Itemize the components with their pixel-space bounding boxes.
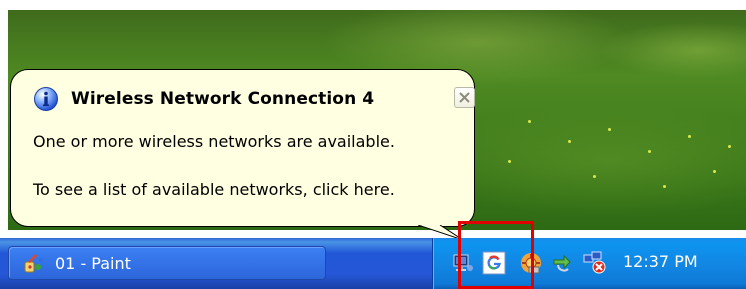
balloon-action-link[interactable]: To see a list of available networks, cli… bbox=[33, 180, 395, 199]
info-icon bbox=[34, 87, 58, 111]
paint-icon bbox=[24, 254, 44, 273]
taskbar-button-label: 01 - Paint bbox=[55, 253, 131, 273]
google-icon[interactable] bbox=[482, 251, 506, 275]
balloon-title: Wireless Network Connection 4 bbox=[71, 89, 375, 109]
close-button[interactable] bbox=[454, 87, 475, 108]
close-icon bbox=[459, 92, 470, 103]
balloon-title-row: Wireless Network Connection 4 bbox=[33, 86, 374, 112]
network-error-icon[interactable] bbox=[583, 251, 607, 275]
sync-icon[interactable] bbox=[550, 251, 574, 275]
security-icon[interactable] bbox=[519, 251, 543, 275]
clock[interactable]: 12:37 PM bbox=[623, 252, 698, 271]
notification-balloon[interactable]: Wireless Network Connection 4 One or mor… bbox=[10, 69, 475, 227]
system-tray: 12:37 PM bbox=[432, 238, 746, 289]
taskbar: 01 - Paint 12:37 PM bbox=[0, 238, 746, 289]
taskbar-button-paint[interactable]: 01 - Paint bbox=[8, 246, 326, 280]
balloon-message: One or more wireless networks are availa… bbox=[33, 132, 395, 151]
network-icon[interactable] bbox=[451, 251, 475, 275]
